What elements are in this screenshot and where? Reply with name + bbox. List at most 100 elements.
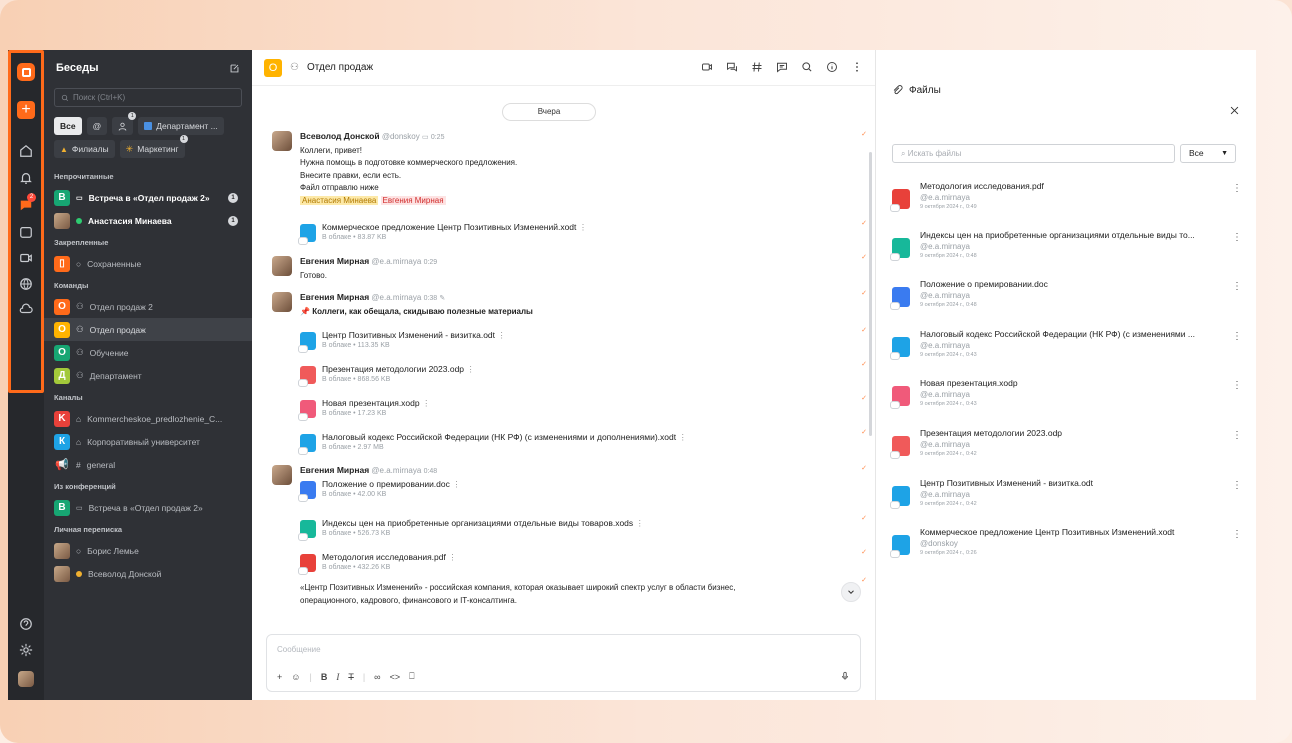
mention-tag[interactable]: Евгения Мирная — [380, 195, 446, 205]
file-attachment[interactable]: Налоговый кодекс Российской Федерации (Н… — [298, 432, 687, 455]
help-button[interactable] — [8, 612, 44, 636]
message[interactable]: Евгения Мирная @e.a.mirnaya 0:48 — [300, 464, 437, 479]
scrollbar[interactable] — [869, 152, 872, 436]
kebab-icon[interactable]: ⋮ — [1232, 232, 1242, 243]
chip-department[interactable]: Департамент ... — [138, 117, 224, 135]
plus-icon[interactable]: + — [277, 672, 282, 682]
kebab-icon[interactable] — [851, 61, 863, 73]
file-name[interactable]: Презентация методологии 2023.odp — [920, 428, 1220, 438]
italic-icon[interactable]: I — [336, 672, 339, 682]
kebab-icon[interactable]: ⋮ — [1232, 331, 1242, 342]
file-name[interactable]: Новая презентация.xodp — [322, 398, 420, 408]
home-button[interactable] — [8, 139, 44, 163]
video-call-icon[interactable] — [701, 61, 713, 73]
author-name[interactable]: Евгения Мирная — [300, 465, 369, 475]
cloud-button[interactable] — [8, 297, 44, 321]
message-composer[interactable]: Сообщение + ☺ | B I T | ∞ <> ⎕ — [266, 634, 861, 692]
file-row[interactable]: Презентация методологии 2023.odp @e.a.mir… — [890, 428, 1242, 468]
chip-marketing[interactable]: ✳ Маркетинг 1 — [119, 135, 188, 158]
close-icon[interactable] — [1229, 105, 1240, 116]
channels-icon[interactable] — [751, 61, 763, 73]
author-name[interactable]: Всеволод Донской — [300, 131, 380, 141]
file-name[interactable]: Индексы цен на приобретенные организация… — [920, 230, 1220, 240]
sidebar-item-sales[interactable]: О ⚇ Отдел продаж — [44, 318, 252, 341]
mention-tag[interactable]: Анастасия Минаева — [300, 195, 379, 205]
kebab-icon[interactable]: ⋮ — [1232, 380, 1242, 391]
sidebar-item-department[interactable]: Д ⚇ Департамент — [44, 364, 252, 387]
file-name[interactable]: Презентация методологии 2023.odp — [322, 364, 464, 374]
web-button[interactable] — [8, 272, 44, 296]
file-name[interactable]: Новая презентация.xodp — [920, 378, 1220, 388]
file-attachment[interactable]: Методология исследования.pdf ⋮ В облаке •… — [298, 552, 457, 575]
scroll-down-button[interactable] — [841, 582, 861, 602]
file-name[interactable]: Индексы цен на приобретенные организация… — [322, 518, 633, 528]
file-name[interactable]: Положение о премировании.doc — [920, 279, 1220, 289]
file-attachment[interactable]: Индексы цен на приобретенные организация… — [298, 518, 644, 541]
new-chat-button[interactable]: + — [8, 98, 44, 122]
file-row[interactable]: Методология исследования.pdf @e.a.mirnaya… — [890, 181, 1242, 221]
file-row[interactable]: Центр Позитивных Изменений - визитка.odt… — [890, 478, 1242, 518]
message[interactable]: Евгения Мирная @e.a.mirnaya 0:38 ✎ 📌 Кол… — [300, 291, 533, 318]
chip-contacts[interactable]: 1 — [112, 112, 137, 135]
sidebar-item-boris[interactable]: ○ Борис Лемье — [44, 539, 252, 562]
file-name[interactable]: Методология исследования.pdf — [322, 552, 446, 562]
code-icon[interactable]: <> — [390, 672, 401, 682]
message-list[interactable]: Вчера Всеволод Донской @donskoy ▭ 0:25 К… — [252, 86, 875, 700]
file-row[interactable]: Положение о премировании.doc @e.a.mirnaya… — [890, 279, 1242, 319]
file-attachment[interactable]: Презентация методологии 2023.odp ⋮ В обла… — [298, 364, 475, 387]
file-name[interactable]: Налоговый кодекс Российской Федерации (Н… — [322, 432, 676, 442]
strikethrough-icon[interactable]: T — [348, 672, 354, 682]
kebab-icon[interactable]: ⋮ — [1232, 281, 1242, 292]
sidebar-search-input[interactable]: Поиск (Ctrl+K) — [54, 88, 242, 107]
file-row[interactable]: Налоговый кодекс Российской Федерации (Н… — [890, 329, 1242, 369]
sidebar-item-anastasia[interactable]: Анастасия Минаева 1 — [44, 209, 252, 232]
author-name[interactable]: Евгения Мирная — [300, 256, 369, 266]
file-name[interactable]: Методология исследования.pdf — [920, 181, 1220, 191]
settings-button[interactable] — [8, 638, 44, 662]
threads-icon[interactable] — [726, 61, 738, 73]
microphone-icon[interactable] — [840, 671, 850, 681]
discussion-icon[interactable] — [776, 61, 788, 73]
emoji-icon[interactable]: ☺ — [291, 672, 300, 682]
chip-mentions[interactable]: @ — [86, 117, 108, 135]
link-icon[interactable]: ∞ — [374, 672, 380, 682]
video-button[interactable] — [8, 246, 44, 270]
file-attachment[interactable]: Новая презентация.xodp ⋮ В облаке • 17.23… — [298, 398, 430, 421]
files-search-input[interactable]: ⌕ Искать файлы — [892, 144, 1175, 163]
bold-icon[interactable]: B — [321, 672, 328, 682]
file-name[interactable]: Коммерческое предложение Центр Позитивны… — [322, 222, 576, 232]
file-attachment[interactable]: Положение о премировании.doc ⋮ В облаке •… — [298, 479, 461, 502]
code-block-icon[interactable]: ⎕ — [409, 671, 414, 682]
kebab-icon[interactable]: ⋮ — [1232, 183, 1242, 194]
profile-avatar[interactable] — [8, 667, 44, 691]
file-attachment[interactable]: Коммерческое предложение Центр Позитивны… — [298, 222, 587, 245]
message[interactable]: Всеволод Донской @donskoy ▭ 0:25 Коллеги… — [300, 130, 517, 207]
chip-branches[interactable]: ▲ Филиалы — [54, 140, 115, 158]
compose-icon[interactable] — [229, 63, 240, 74]
kebab-icon[interactable]: ⋮ — [1232, 529, 1242, 540]
search-icon[interactable] — [801, 61, 813, 73]
sidebar-item-kommercheskoe[interactable]: K ⌂ Kommercheskoe_predlozhenie_C... — [44, 407, 252, 430]
calendar-button[interactable] — [8, 220, 44, 244]
file-attachment[interactable]: Центр Позитивных Изменений - визитка.odt… — [298, 330, 506, 353]
sidebar-item-training[interactable]: О ⚇ Обучение — [44, 341, 252, 364]
sidebar-item-conf-meeting[interactable]: B ▭ Встреча в «Отдел продаж 2» — [44, 496, 252, 519]
file-name[interactable]: Центр Позитивных Изменений - визитка.odt — [322, 330, 495, 340]
message[interactable]: Евгения Мирная @e.a.mirnaya 0:29 Готово. — [300, 255, 437, 282]
chats-button[interactable]: 2 — [8, 193, 44, 217]
files-filter-select[interactable]: Все ▼ — [1180, 144, 1236, 163]
file-row[interactable]: Новая презентация.xodp @e.a.mirnaya 9 октя… — [890, 378, 1242, 418]
info-icon[interactable] — [826, 61, 838, 73]
file-row[interactable]: Индексы цен на приобретенные организация… — [890, 230, 1242, 270]
sidebar-item-vsevolod[interactable]: Всеволод Донской — [44, 562, 252, 585]
sidebar-item-general[interactable]: 📢 # general — [44, 453, 252, 476]
sidebar-item-corp-university[interactable]: К ⌂ Корпоративный университет — [44, 430, 252, 453]
file-name[interactable]: Центр Позитивных Изменений - визитка.odt — [920, 478, 1220, 488]
file-name[interactable]: Коммерческое предложение Центр Позитивны… — [920, 527, 1220, 537]
file-row[interactable]: Коммерческое предложение Центр Позитивны… — [890, 527, 1242, 567]
chip-all[interactable]: Все — [54, 117, 82, 135]
sidebar-item-saved[interactable]: ▯ ○ Сохраненные — [44, 252, 252, 275]
author-name[interactable]: Евгения Мирная — [300, 292, 369, 302]
notifications-button[interactable] — [8, 166, 44, 190]
sidebar-item-meeting-sales2[interactable]: B ▭ Встреча в «Отдел продаж 2» 1 — [44, 186, 252, 209]
